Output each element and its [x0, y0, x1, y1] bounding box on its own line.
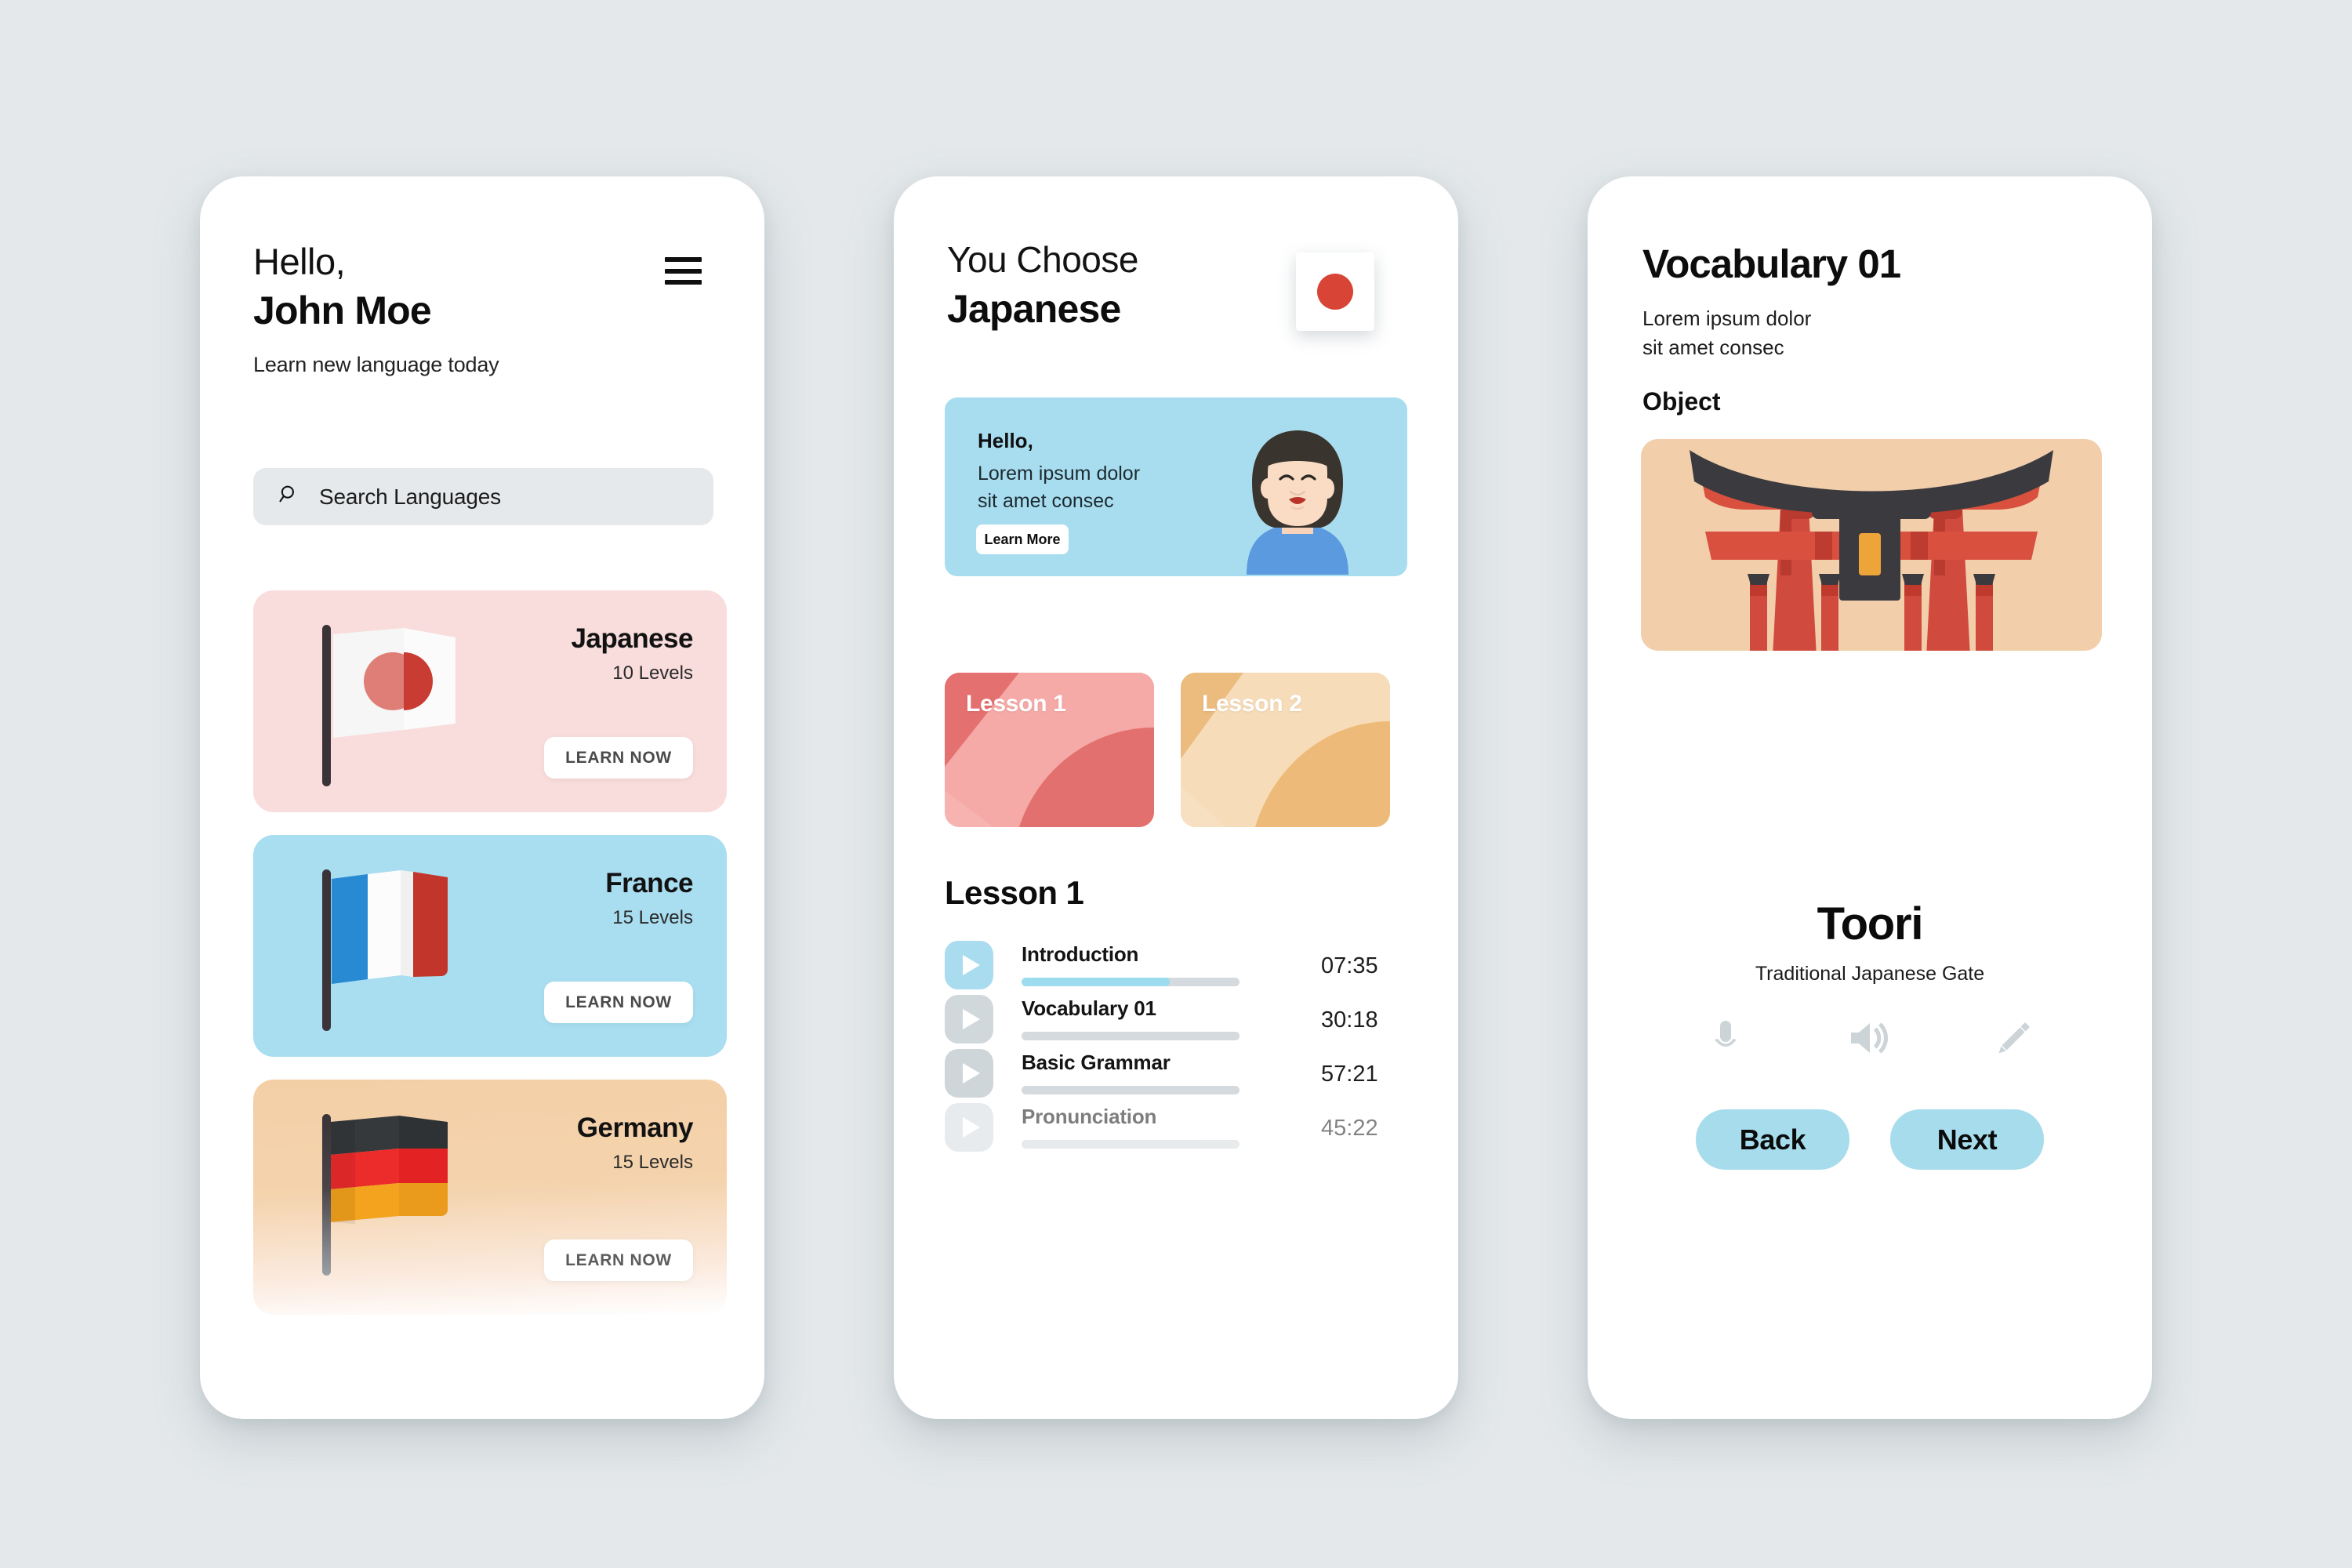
phone-screen-language: You Choose Japanese Hello, Lorem ipsum d…: [894, 176, 1458, 1419]
learn-now-button[interactable]: LEARN NOW: [544, 737, 693, 779]
vocabulary-header: Vocabulary 01 Lorem ipsum dolor sit amet…: [1642, 241, 1901, 416]
greeting-block: Hello, John Moe Learn new language today: [253, 243, 499, 377]
home-screen-content: Hello, John Moe Learn new language today…: [200, 176, 764, 1419]
language-name: Germany: [576, 1112, 694, 1143]
language-name: Japanese: [571, 623, 693, 654]
page-title: Vocabulary 01: [1642, 241, 1901, 286]
play-icon[interactable]: [945, 1049, 993, 1098]
language-card-japanese[interactable]: Japanese 10 Levels LEARN NOW: [253, 590, 727, 812]
lesson-tile-label: Lesson 2: [1202, 691, 1302, 717]
banner-body-line1: Lorem ipsum dolor: [978, 463, 1141, 485]
lesson-duration: 45:22: [1321, 1116, 1378, 1141]
lesson-duration: 07:35: [1321, 953, 1378, 978]
greeting-username: John Moe: [253, 289, 432, 332]
phone-screen-vocabulary: Vocabulary 01 Lorem ipsum dolor sit amet…: [1588, 176, 2152, 1419]
lesson-progress-bar[interactable]: [1022, 1086, 1240, 1094]
play-icon[interactable]: [945, 995, 993, 1044]
back-button[interactable]: Back: [1696, 1109, 1849, 1170]
woman-avatar-illustration: [1203, 426, 1392, 576]
search-placeholder: Search Languages: [319, 484, 501, 509]
page-subtitle-line1: Lorem ipsum dolor: [1642, 307, 1812, 330]
search-input[interactable]: Search Languages: [253, 468, 713, 525]
lesson-duration: 57:21: [1321, 1062, 1378, 1087]
phone-screen-home: Hello, John Moe Learn new language today…: [200, 176, 764, 1419]
search-icon: [278, 483, 301, 510]
lesson-item-name: Basic Grammar: [1022, 1051, 1171, 1074]
lesson-tile-2[interactable]: Lesson 2: [1181, 673, 1390, 827]
lesson-progress-bar[interactable]: [1022, 1140, 1240, 1149]
banner-body-line2: sit amet consec: [978, 489, 1114, 512]
lesson-item-name: Introduction: [1022, 942, 1139, 966]
speaker-icon[interactable]: [1847, 1015, 1893, 1061]
lesson-list-item[interactable]: Introduction 07:35: [945, 941, 1415, 1000]
japan-flag-icon: [322, 620, 491, 789]
learn-more-button[interactable]: Learn More: [976, 524, 1069, 554]
greeting-hello: Hello,: [253, 241, 346, 282]
promo-banner[interactable]: Hello, Lorem ipsum dolor sit amet consec…: [945, 397, 1407, 576]
lesson-progress-bar[interactable]: [1022, 978, 1240, 986]
lesson-duration: 30:18: [1321, 1007, 1378, 1033]
navigation-buttons: Back Next: [1588, 1109, 2152, 1170]
lesson-section-title: Lesson 1: [945, 874, 1084, 911]
page-subtitle-line2: sit amet consec: [1642, 335, 1784, 359]
language-screen-content: You Choose Japanese Hello, Lorem ipsum d…: [894, 176, 1458, 1419]
learn-now-button[interactable]: LEARN NOW: [544, 1240, 693, 1281]
language-name: France: [605, 868, 693, 898]
learn-now-button[interactable]: LEARN NOW: [544, 982, 693, 1023]
lesson-list-item[interactable]: Pronunciation 45:22: [945, 1103, 1415, 1163]
play-icon[interactable]: [945, 941, 993, 989]
lesson-item-name: Vocabulary 01: [1022, 996, 1156, 1020]
germany-flag-icon: [322, 1109, 491, 1278]
lesson-progress-bar[interactable]: [1022, 1032, 1240, 1040]
greeting-subtitle: Learn new language today: [253, 353, 499, 376]
vocabulary-word: Toori: [1817, 898, 1924, 949]
france-flag-icon: [322, 865, 491, 1033]
hamburger-menu-icon[interactable]: [665, 257, 702, 285]
lesson-tile-label: Lesson 1: [966, 691, 1066, 717]
pencil-icon[interactable]: [1991, 1015, 2037, 1061]
lesson-list-item[interactable]: Vocabulary 01 30:18: [945, 995, 1415, 1054]
japan-flag-badge-icon: [1296, 252, 1374, 331]
language-card-france[interactable]: France 15 Levels LEARN NOW: [253, 835, 727, 1057]
language-card-germany[interactable]: Germany 15 Levels LEARN NOW: [253, 1080, 727, 1315]
microphone-icon[interactable]: [1703, 1015, 1748, 1061]
vocabulary-screen-content: Vocabulary 01 Lorem ipsum dolor sit amet…: [1588, 176, 2152, 1419]
language-levels: 10 Levels: [612, 662, 693, 684]
vocabulary-tools: [1588, 1015, 2152, 1061]
language-levels: 15 Levels: [612, 1152, 693, 1173]
chosen-language-name: Japanese: [947, 287, 1121, 331]
language-levels: 15 Levels: [612, 907, 693, 928]
banner-body: Lorem ipsum dolor sit amet consec: [978, 460, 1140, 514]
choose-label: You Choose: [947, 239, 1138, 280]
lesson-tile-1[interactable]: Lesson 1: [945, 673, 1154, 827]
next-button[interactable]: Next: [1890, 1109, 2044, 1170]
banner-title: Hello,: [978, 429, 1033, 452]
page-subtitle: Lorem ipsum dolor sit amet consec: [1642, 304, 1900, 362]
torii-gate-illustration: [1641, 439, 2102, 651]
play-icon[interactable]: [945, 1103, 993, 1152]
lesson-item-name: Pronunciation: [1022, 1105, 1157, 1128]
section-label: Object: [1642, 387, 1721, 416]
vocabulary-word-description: Traditional Japanese Gate: [1755, 963, 1985, 985]
chosen-language-header: You Choose Japanese: [947, 241, 1138, 328]
lesson-list-item[interactable]: Basic Grammar 57:21: [945, 1049, 1415, 1109]
